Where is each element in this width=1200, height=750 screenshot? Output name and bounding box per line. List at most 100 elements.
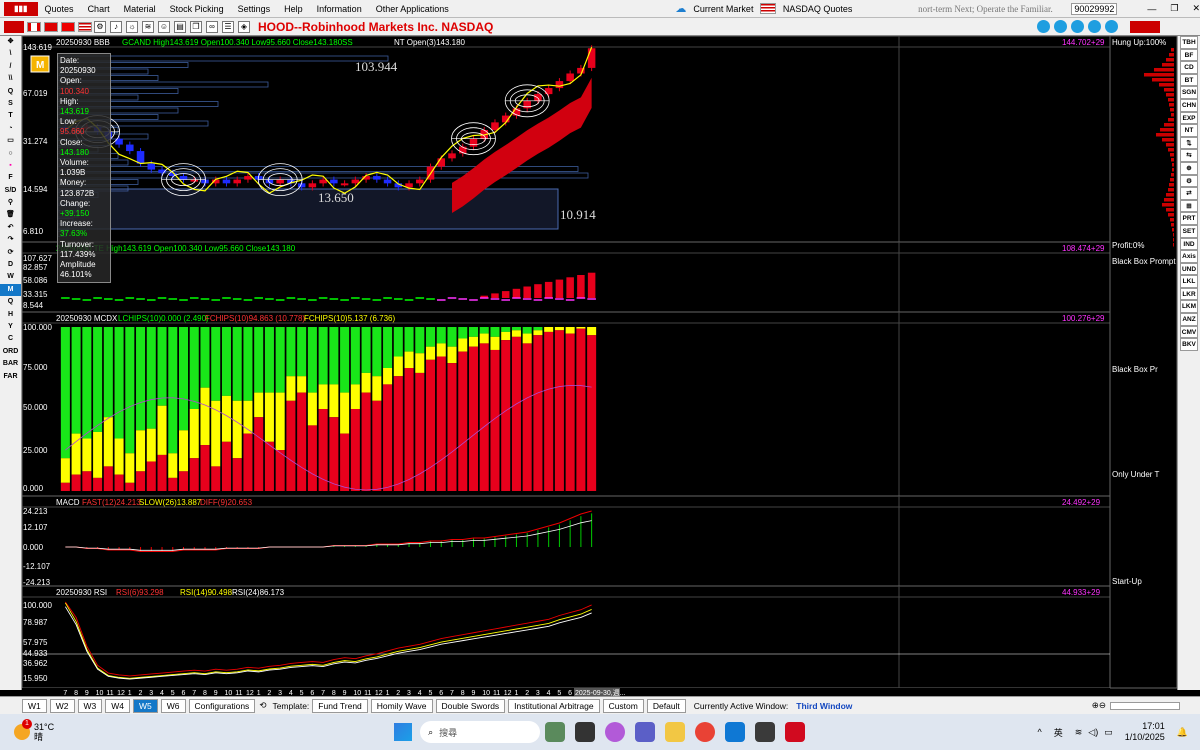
left-tool-10[interactable]: ▪ [0, 160, 21, 172]
right-tool-22[interactable]: ANZ [1180, 313, 1198, 326]
market-select[interactable]: NASDAQ Quotes [776, 4, 860, 14]
left-tool-1[interactable]: \ [0, 48, 21, 60]
close-icon[interactable]: ✕ [1192, 3, 1200, 14]
left-tool-27[interactable]: FAR [0, 371, 21, 383]
right-tool-0[interactable]: TBH [1180, 36, 1198, 49]
tab-w4[interactable]: W4 [105, 698, 130, 713]
left-tool-13[interactable]: ⚲ [0, 197, 21, 209]
notification-bell-icon[interactable]: 🔔 [1177, 727, 1188, 738]
minimize-icon[interactable]: — [1147, 4, 1156, 14]
left-tool-8[interactable]: ▭ [0, 135, 21, 147]
left-tool-19[interactable]: W [0, 271, 21, 283]
right-tool-8[interactable]: ⇅ [1180, 136, 1198, 150]
left-tool-12[interactable]: S/D [0, 185, 21, 197]
left-tool-21[interactable]: Q [0, 296, 21, 308]
right-tool-10[interactable]: ⊕ [1180, 161, 1198, 175]
right-tool-23[interactable]: CMV [1180, 325, 1198, 339]
left-tool-22[interactable]: H [0, 309, 21, 321]
circle-icon-4[interactable] [1088, 20, 1101, 33]
right-tool-24[interactable]: BKV [1180, 338, 1198, 351]
right-tool-19[interactable]: LKL [1180, 275, 1198, 288]
left-tool-11[interactable]: F [0, 172, 21, 184]
menu-settings[interactable]: Settings [231, 4, 278, 14]
menu-help[interactable]: Help [277, 4, 310, 14]
app-icon-copilot[interactable] [605, 722, 626, 742]
chart-area[interactable]: 20250930 BBB GCAND High143.619 Open100.34… [22, 36, 1177, 696]
right-tool-11[interactable]: ⚙ [1180, 174, 1198, 188]
template-default[interactable]: Default [646, 698, 686, 713]
left-tool-7[interactable]: ◔ [0, 123, 21, 135]
left-tool-23[interactable]: Y [0, 321, 21, 333]
right-tool-17[interactable]: Axis [1180, 250, 1198, 263]
flag-us-icon[interactable] [78, 21, 92, 32]
app-icon-trading[interactable] [785, 722, 806, 742]
tab-w5[interactable]: W5 [133, 698, 158, 713]
list-icon[interactable]: ☰ [222, 20, 234, 33]
chevron-up-icon[interactable]: ^ [1038, 727, 1042, 737]
left-tool-26[interactable]: BAR [0, 358, 21, 370]
layers-icon[interactable]: ◈ [238, 20, 250, 33]
left-tool-20[interactable]: M [0, 283, 21, 297]
right-tool-4[interactable]: SGN [1180, 86, 1198, 99]
left-tool-6[interactable]: T [0, 110, 21, 122]
flag-canada-icon[interactable] [27, 21, 41, 32]
tab-w3[interactable]: W3 [77, 698, 103, 713]
template-institutional-arbitrage[interactable]: Institutional Arbitrage [508, 698, 600, 713]
right-tool-7[interactable]: NT [1180, 124, 1198, 137]
menu-information[interactable]: Information [310, 4, 369, 14]
left-tool-2[interactable]: / [0, 61, 21, 73]
left-tool-15[interactable]: ↶ [0, 222, 21, 234]
menu-stock-picking[interactable]: Stock Picking [163, 4, 231, 14]
app-icon-landscape[interactable] [545, 722, 566, 742]
right-tool-3[interactable]: BT [1180, 73, 1198, 87]
right-tool-18[interactable]: UND [1180, 262, 1198, 276]
circle-icon-1[interactable] [1037, 20, 1050, 33]
taskbar-search[interactable]: ⌕ 搜尋 [420, 721, 541, 743]
sound-icon[interactable]: ♪ [110, 20, 122, 33]
gear-icon[interactable]: ⚙ [94, 20, 106, 33]
left-tool-17[interactable]: ⟳ [0, 247, 21, 259]
right-tool-20[interactable]: LKR [1180, 287, 1198, 301]
circle-icon-3[interactable] [1071, 20, 1084, 33]
sun-icon[interactable]: ☼ [126, 20, 138, 33]
tab-w1[interactable]: W1 [22, 698, 47, 713]
left-tool-18[interactable]: D [0, 259, 21, 271]
app-icon-outlook[interactable] [725, 722, 746, 742]
zoom-in-icon[interactable]: ⊕ [1092, 700, 1099, 711]
restore-icon[interactable]: ❐ [1170, 3, 1178, 14]
flag-hongkong-icon[interactable] [44, 21, 58, 32]
right-tool-21[interactable]: LKM [1180, 300, 1198, 314]
copy-icon[interactable]: ❐ [190, 20, 202, 33]
link-icon[interactable]: ∞ [206, 20, 218, 33]
configurations-button[interactable]: Configurations [188, 698, 256, 713]
menu-chart[interactable]: Chart [81, 4, 117, 14]
right-tool-13[interactable]: ⊞ [1180, 199, 1198, 213]
circle-icon-5[interactable] [1105, 20, 1118, 33]
left-tool-9[interactable]: ○ [0, 148, 21, 160]
language-indicator[interactable]: 英 [1054, 726, 1063, 739]
wifi-icon[interactable]: ≋ [142, 20, 154, 33]
menu-material[interactable]: Material [117, 4, 163, 14]
template-homily-wave[interactable]: Homily Wave [370, 698, 433, 713]
menu-other-applications[interactable]: Other Applications [369, 4, 456, 14]
person-icon[interactable]: ☺ [158, 20, 170, 33]
template-fund-trend[interactable]: Fund Trend [312, 698, 368, 713]
weather-icon[interactable]: 1 [14, 719, 32, 740]
right-tool-14[interactable]: PRT [1180, 212, 1198, 225]
right-tool-1[interactable]: BF [1180, 48, 1198, 62]
right-tool-9[interactable]: ⇆ [1180, 149, 1198, 162]
app-icon-taskview[interactable] [575, 722, 596, 742]
wifi-tray-icon[interactable]: ≋ [1075, 727, 1083, 738]
windows-start-icon[interactable] [394, 723, 413, 741]
left-tool-16[interactable]: ↷ [0, 234, 21, 246]
left-tool-24[interactable]: C [0, 333, 21, 345]
left-tool-5[interactable]: S [0, 98, 21, 110]
left-tool-25[interactable]: ORD [0, 346, 21, 358]
scroll-track[interactable] [1110, 701, 1180, 710]
menu-quotes[interactable]: Quotes [38, 4, 81, 14]
right-tool-16[interactable]: IND [1180, 237, 1198, 251]
zoom-out-icon[interactable]: ⊖ [1099, 700, 1106, 711]
tab-w6[interactable]: W6 [160, 698, 186, 713]
left-tool-14[interactable]: 🗑 [0, 209, 21, 221]
flag-china-icon[interactable] [61, 21, 75, 32]
